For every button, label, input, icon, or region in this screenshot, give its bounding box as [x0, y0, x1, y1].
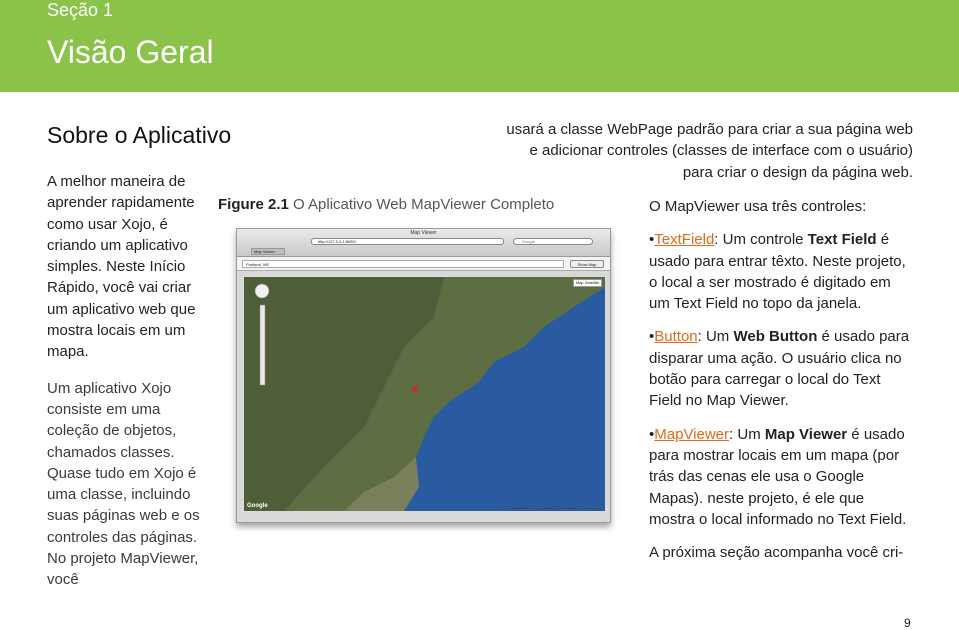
- map-copyright: Map data ©2013 Google Imagery ©2013 Terr…: [509, 506, 601, 510]
- browser-chrome: Map Viewer http://127.0.0.1:8080/ Google…: [237, 229, 610, 257]
- map-type-control: Map Satellite: [572, 279, 602, 287]
- bullet-button: •Button: Um Web Button é usado para disp…: [649, 326, 914, 411]
- bullet-mapviewer: •MapViewer: Um Map Viewer é usado para m…: [649, 424, 914, 530]
- google-logo: Google: [247, 503, 268, 509]
- bullet-text: : Um controle: [714, 231, 808, 249]
- pan-control-icon: [254, 283, 270, 299]
- left-column: A melhor maneira de aprender rapidamente…: [47, 171, 207, 591]
- map-image: [244, 277, 605, 511]
- app-screenshot: Map Viewer http://127.0.0.1:8080/ Google…: [236, 228, 611, 523]
- url-bar: http://127.0.0.1:8080/: [311, 238, 504, 245]
- bullet-bold: Web Button: [733, 328, 818, 346]
- map-viewer: Map Satellite Google Map data ©2013 Goog…: [244, 277, 605, 511]
- zoom-slider-icon: [259, 304, 266, 386]
- app-toolbar: Portland, ME Show Map: [237, 257, 610, 271]
- search-field: Google: [513, 238, 593, 245]
- show-map-button: Show Map: [570, 260, 604, 268]
- subheading: Sobre o Aplicativo: [47, 122, 232, 148]
- figure-caption-text: O Aplicativo Web MapViewer Completo: [293, 196, 555, 213]
- bullet-text: : Um: [697, 328, 734, 346]
- browser-tab: Map Viewer: [251, 248, 285, 255]
- right-column: O MapViewer usa três controles: •TextFie…: [649, 196, 914, 575]
- bullet-text: : Um: [729, 425, 765, 443]
- textfield-link[interactable]: TextField: [654, 231, 714, 248]
- controls-intro: O MapViewer usa três controles:: [649, 198, 867, 215]
- next-section-text: A próxima seção acompanha você cri-: [649, 544, 904, 562]
- mapviewer-link[interactable]: MapViewer: [654, 426, 729, 443]
- top-paragraph: usará a classe WebPage padrão para criar…: [506, 121, 913, 181]
- bullet-bold: Map Viewer: [764, 425, 848, 443]
- figure-label: Figure 2.1: [218, 196, 289, 213]
- page-title: Visão Geral: [47, 34, 214, 70]
- map-marker-icon: [412, 386, 418, 392]
- bullet-textfield: •TextField: Um controle Text Field é usa…: [649, 229, 914, 314]
- location-textfield: Portland, ME: [242, 260, 564, 268]
- button-link[interactable]: Button: [654, 328, 697, 345]
- section-label: Seção 1: [47, 0, 114, 20]
- bullet-bold: Text Field: [807, 231, 877, 249]
- paragraph-intro: A melhor maneira de aprender rapidamente…: [47, 173, 196, 361]
- figure-caption: Figure 2.1 O Aplicativo Web MapViewer Co…: [218, 196, 554, 213]
- window-title: Map Viewer: [410, 230, 437, 236]
- section-header: Seção 1 Visão Geral: [0, 0, 959, 92]
- paragraph-classes: Um aplicativo Xojo consiste em uma coleç…: [47, 379, 200, 589]
